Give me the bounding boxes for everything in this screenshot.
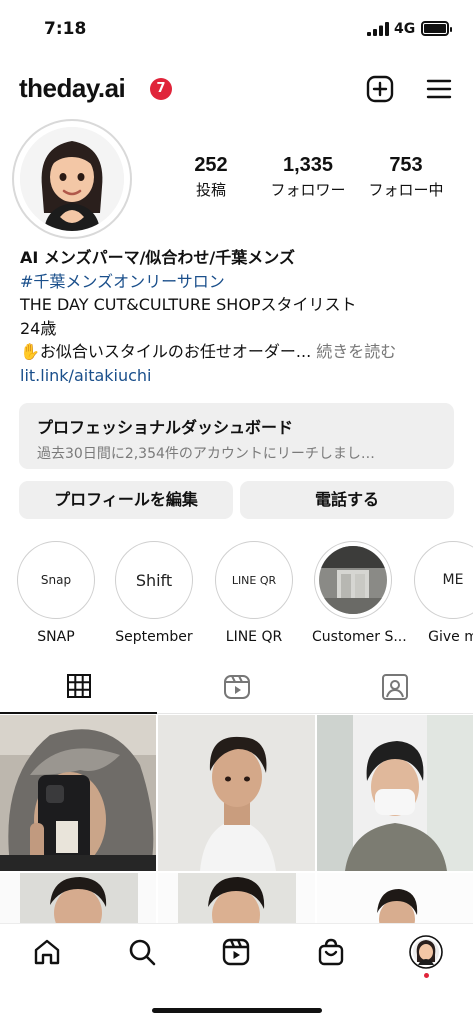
highlight-caption: September — [115, 629, 193, 645]
post-thumbnail[interactable] — [317, 873, 473, 923]
reels-icon[interactable] — [221, 937, 251, 967]
profile-header: theday.ai 7 — [0, 66, 473, 112]
network-type: 4G — [394, 21, 416, 37]
posts-grid — [0, 715, 473, 923]
call-button[interactable]: 電話する — [240, 481, 454, 519]
signal-icon — [367, 22, 389, 36]
post-thumbnail[interactable] — [317, 715, 473, 871]
followers-count: 1,335 — [282, 154, 334, 176]
bottom-nav — [0, 923, 473, 1024]
stat-posts[interactable]: 252 投稿 — [183, 154, 239, 200]
reels-icon — [223, 675, 250, 699]
highlight-cover: LINE QR — [215, 541, 293, 619]
home-indicator — [152, 1008, 322, 1013]
notification-dot — [424, 973, 429, 978]
profile-username[interactable]: theday.ai — [19, 73, 126, 104]
bio-line: THE DAY CUT&CULTURE SHOPスタイリスト — [20, 295, 357, 314]
post-thumbnail[interactable] — [0, 715, 156, 871]
profile-nav-avatar[interactable] — [409, 935, 443, 969]
post-image — [0, 873, 156, 923]
highlight-caption: SNAP — [37, 629, 75, 645]
highlight-cover: Shift — [115, 541, 193, 619]
bio-line: ✋お似合いスタイルのお任せオーダー... — [20, 342, 312, 361]
highlight-item[interactable]: LINE QR LINE QR — [213, 541, 295, 645]
post-image — [317, 873, 473, 923]
search-icon[interactable] — [127, 937, 157, 967]
highlight-inner-text: ME — [442, 572, 464, 588]
profile-bio: AI メンズパーマ/似合わせ/千葉メンズ #千葉メンズオンリーサロン THE D… — [20, 246, 460, 387]
status-bar: 7:18 4G — [0, 0, 473, 60]
post-image — [317, 715, 473, 871]
stat-following[interactable]: 753 フォロー中 — [362, 154, 450, 200]
post-image — [0, 715, 156, 871]
professional-dashboard[interactable]: プロフェッショナルダッシュボード 過去30日間に2,354件のアカウントにリーチ… — [19, 403, 454, 469]
battery-icon — [421, 21, 452, 36]
following-label: フォロー中 — [368, 181, 444, 199]
following-count: 753 — [389, 154, 423, 176]
status-time: 7:18 — [44, 19, 87, 39]
menu-icon[interactable] — [424, 74, 454, 104]
highlight-caption: Customer S... — [312, 629, 407, 645]
bio-name: AI メンズパーマ/似合わせ/千葉メンズ — [20, 248, 295, 267]
highlight-item[interactable]: Snap SNAP — [15, 541, 97, 645]
profile-avatar[interactable] — [12, 119, 132, 239]
tab-tagged[interactable] — [316, 660, 473, 714]
grid-icon — [66, 674, 91, 698]
highlight-caption: LINE QR — [225, 629, 283, 645]
bio-read-more-link[interactable]: 続きを読む — [311, 342, 396, 361]
highlight-inner-text: Snap — [40, 573, 72, 587]
stat-followers[interactable]: 1,335 フォロワー — [262, 154, 354, 200]
post-image — [158, 715, 315, 871]
highlight-inner-text: Shift — [135, 570, 173, 590]
highlight-item[interactable]: ME Give m — [412, 541, 473, 645]
salon-interior-image — [319, 546, 387, 614]
home-icon[interactable] — [32, 937, 62, 967]
highlight-item[interactable]: Customer S... — [312, 541, 407, 645]
highlight-caption: Give m — [428, 629, 473, 645]
followers-label: フォロワー — [270, 181, 346, 199]
bio-hashtag-link[interactable]: #千葉メンズオンリーサロン — [20, 270, 460, 294]
tab-reels[interactable] — [158, 660, 315, 714]
new-post-icon[interactable] — [365, 74, 395, 104]
tagged-icon — [381, 674, 408, 700]
posts-label: 投稿 — [195, 181, 226, 199]
notification-badge[interactable]: 7 — [150, 78, 172, 100]
shop-icon[interactable] — [316, 937, 346, 967]
bio-external-link[interactable]: lit.link/aitakiuchi — [20, 364, 460, 388]
memoji-avatar-image — [20, 127, 124, 231]
profile-tabs — [0, 660, 473, 714]
highlight-cover: Snap — [17, 541, 95, 619]
tab-posts-grid[interactable] — [0, 660, 157, 714]
highlight-inner-text: LINE QR — [231, 573, 277, 587]
post-thumbnail[interactable] — [158, 715, 315, 871]
post-thumbnail[interactable] — [158, 873, 315, 923]
dashboard-subtitle: 過去30日間に2,354件のアカウントにリーチしまし… — [37, 446, 375, 462]
post-thumbnail[interactable] — [0, 873, 156, 923]
highlight-cover: ME — [414, 541, 473, 619]
edit-profile-button[interactable]: プロフィールを編集 — [19, 481, 233, 519]
dashboard-title: プロフェッショナルダッシュボード — [37, 418, 294, 437]
bio-line: 24歳 — [20, 318, 57, 338]
highlight-cover — [314, 541, 392, 619]
post-image — [158, 873, 315, 923]
highlight-item[interactable]: Shift September — [113, 541, 195, 645]
posts-count: 252 — [194, 154, 228, 176]
